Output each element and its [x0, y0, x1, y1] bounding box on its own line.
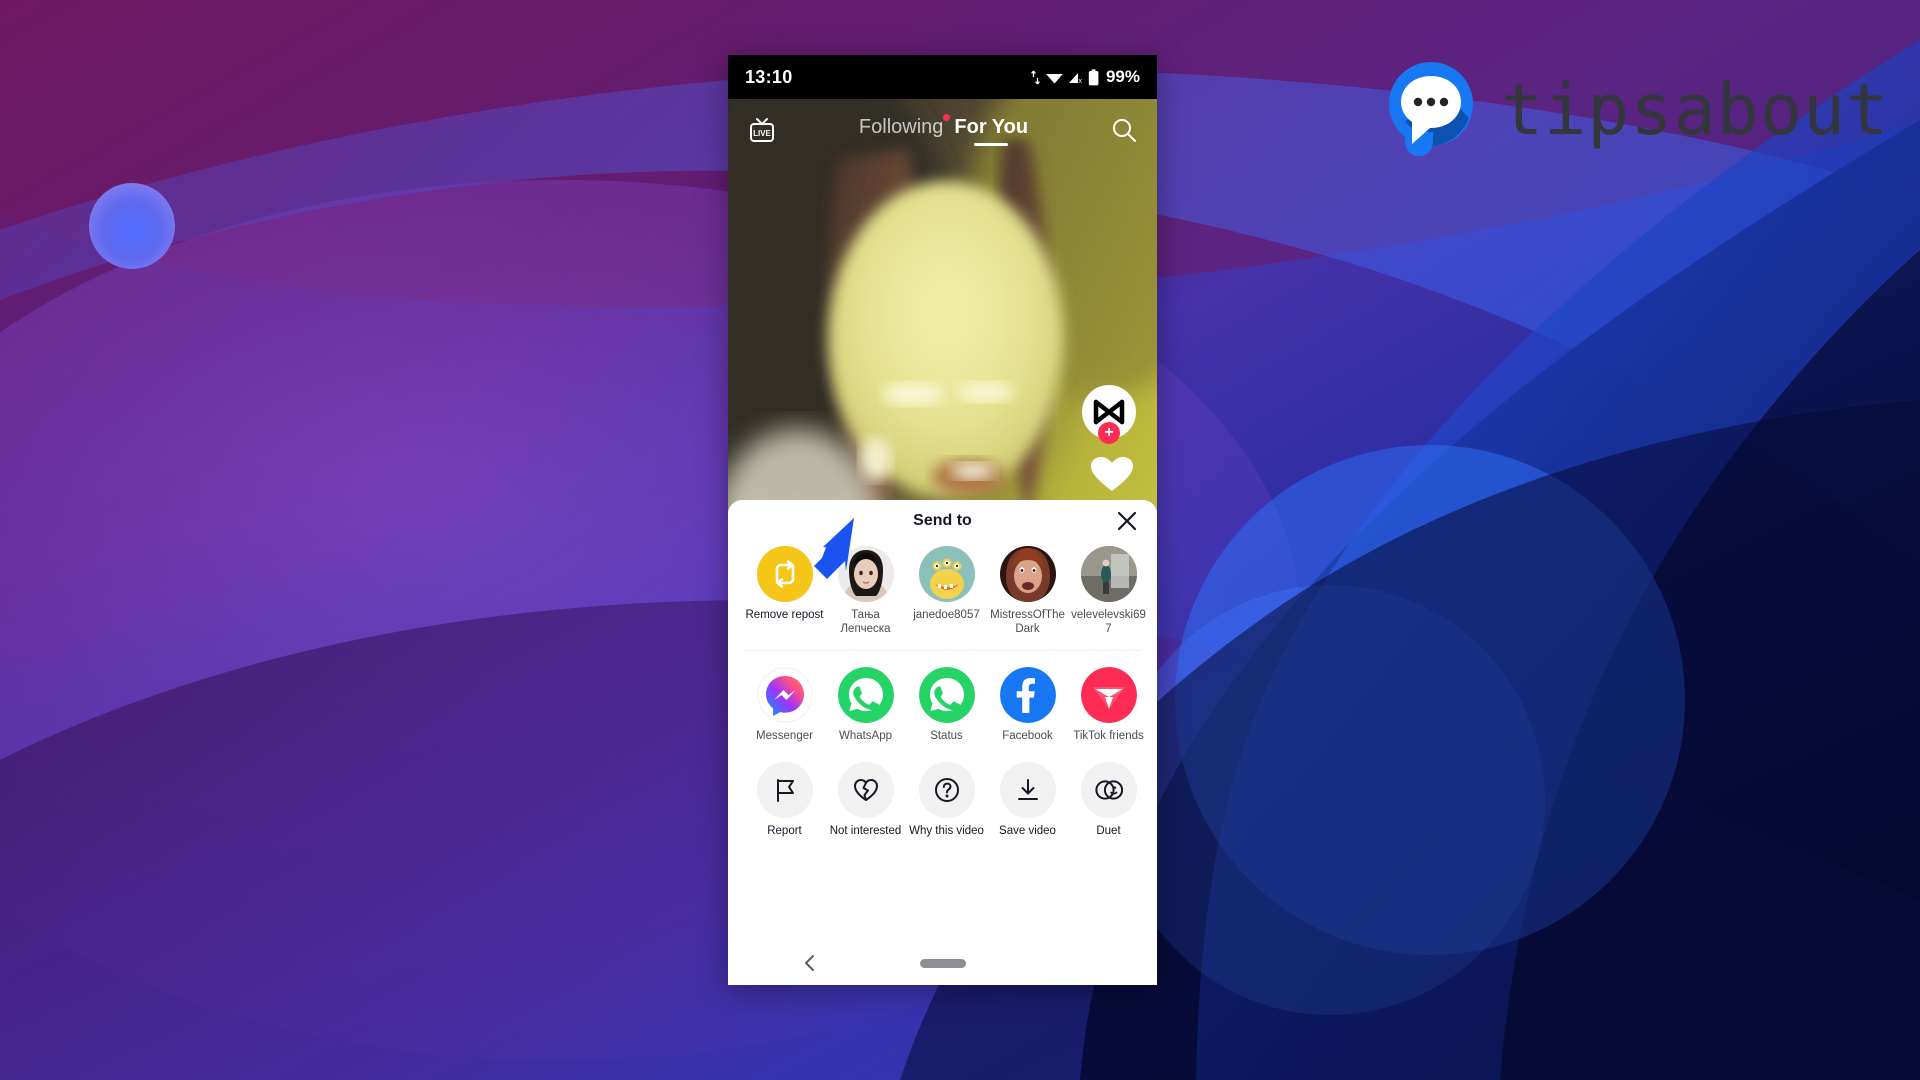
- brand-wordmark: tipsabout: [1501, 69, 1890, 151]
- action-label: Report: [767, 824, 802, 837]
- close-icon[interactable]: [1116, 510, 1138, 532]
- share-sheet-title: Send to: [913, 512, 972, 529]
- svg-text:LIVE: LIVE: [753, 129, 771, 138]
- tiktok-friends-avatar: [1080, 667, 1137, 723]
- download-icon: [1017, 778, 1038, 800]
- share-target-contact-2[interactable]: janedoe8057: [906, 546, 987, 636]
- not-interested-button: [837, 761, 894, 818]
- flag-icon: [776, 778, 794, 802]
- avatar-image: [1080, 546, 1137, 602]
- share-app-status[interactable]: Status: [906, 667, 987, 744]
- repost-icon: [775, 560, 794, 588]
- action-not-interested[interactable]: Not interested: [825, 761, 906, 839]
- avatar: [918, 546, 975, 602]
- status-clock: 13:10: [745, 66, 793, 87]
- messenger-avatar: [757, 667, 813, 723]
- facebook-icon: [999, 667, 1056, 723]
- tab-for-you-label: For You: [954, 116, 1029, 138]
- whatsapp-icon: [837, 667, 894, 723]
- share-app-label: Status: [930, 730, 963, 742]
- share-target-contact-1[interactable]: Тања Лепческа: [825, 546, 906, 636]
- action-save-video[interactable]: Save video: [987, 761, 1068, 839]
- brand-logo: tipsabout: [1385, 62, 1889, 158]
- tab-following-label: Following: [858, 116, 944, 138]
- action-report[interactable]: Report: [744, 761, 825, 839]
- action-label: Why this video: [909, 824, 984, 837]
- share-app-tiktok-friends[interactable]: TikTok friends: [1068, 667, 1149, 744]
- report-button: [756, 761, 813, 818]
- search-icon[interactable]: [1110, 116, 1138, 144]
- whatsapp-avatar: [837, 667, 894, 723]
- avatar-image: [999, 546, 1056, 602]
- capcut-plus-badge[interactable]: +: [1098, 422, 1120, 444]
- contacts-row: Remove repost Тања Лепческа janedoe8057 …: [728, 546, 1157, 636]
- chevron-left-icon[interactable]: [802, 954, 818, 972]
- avatar: [837, 546, 894, 602]
- why-this-video-button: [918, 761, 975, 818]
- battery-icon: [1088, 68, 1099, 85]
- share-sheet: Send to Remove repost Тања Лепческа jane…: [728, 500, 1157, 985]
- share-target-label: velevelevski697: [1071, 609, 1146, 635]
- action-why-this-video[interactable]: Why this video: [906, 761, 987, 839]
- battery-percent: 99%: [1105, 67, 1140, 86]
- broken-heart-icon: [853, 778, 878, 801]
- data-transfer-icon: [1031, 70, 1040, 84]
- repost-avatar: [756, 546, 813, 602]
- question-mark-icon: [934, 777, 959, 802]
- status-avatar: [918, 667, 975, 723]
- tab-for-you[interactable]: For You: [954, 116, 1028, 146]
- share-app-whatsapp[interactable]: WhatsApp: [825, 667, 906, 744]
- save-video-button: [999, 761, 1056, 818]
- share-target-label: janedoe8057: [913, 609, 980, 621]
- action-label: Save video: [999, 824, 1056, 837]
- live-tv-icon[interactable]: LIVE: [747, 115, 777, 145]
- avatar: [999, 546, 1056, 602]
- action-label: Not interested: [829, 824, 902, 837]
- whatsapp-status-icon: [918, 667, 975, 723]
- share-sheet-header: Send to: [728, 500, 1157, 542]
- action-duet[interactable]: Duet: [1068, 761, 1149, 839]
- share-target-label: Тања Лепческа: [840, 609, 891, 635]
- action-label: Duet: [1096, 824, 1121, 837]
- share-target-label: Remove repost: [745, 609, 824, 621]
- android-nav-bar: [728, 941, 1157, 985]
- speech-bubble-logo-icon: [1389, 62, 1473, 156]
- capcut-badge[interactable]: +: [1082, 385, 1136, 444]
- top-navigation: LIVE Following For You: [728, 99, 1157, 161]
- duet-icon: [1094, 779, 1123, 800]
- feed-tabs: Following For You: [777, 114, 1110, 146]
- share-app-messenger[interactable]: Messenger: [744, 667, 825, 744]
- share-target-remove-repost[interactable]: Remove repost: [744, 546, 825, 636]
- wifi-icon: 4: [1045, 73, 1063, 83]
- avatar: [1080, 546, 1137, 602]
- share-target-contact-4[interactable]: velevelevski697: [1068, 546, 1149, 636]
- svg-text:4: 4: [1059, 75, 1063, 82]
- share-target-label: MistressOfTheDark: [990, 609, 1065, 635]
- divider: [744, 650, 1141, 651]
- share-app-label: Messenger: [756, 730, 813, 742]
- home-gesture-pill[interactable]: [919, 958, 966, 968]
- avatar-image: [837, 546, 894, 602]
- tab-following[interactable]: Following: [858, 114, 951, 146]
- share-target-contact-3[interactable]: MistressOfTheDark: [987, 546, 1068, 636]
- tiktok-friends-icon: [1080, 667, 1137, 723]
- status-icons: 4 x 99%: [1030, 67, 1140, 87]
- actions-row: Report Not interested Why this video Sav…: [728, 761, 1157, 839]
- heart-icon[interactable]: [1091, 457, 1133, 491]
- duet-button: [1080, 761, 1137, 818]
- signal-icon: x: [1068, 72, 1082, 85]
- svg-text:x: x: [1078, 78, 1082, 85]
- avatar-image: [918, 546, 975, 602]
- phone-screenshot: 13:10 4 x 99% LIVE Following For You + S…: [728, 55, 1157, 985]
- facebook-avatar: [999, 667, 1056, 723]
- share-app-label: TikTok friends: [1073, 730, 1144, 742]
- share-app-label: WhatsApp: [838, 730, 893, 742]
- share-app-label: Facebook: [1002, 730, 1053, 742]
- messenger-icon: [757, 667, 812, 723]
- following-notification-dot: [943, 114, 951, 121]
- apps-row: Messenger WhatsApp Status Facebook TikTo…: [728, 667, 1157, 744]
- share-app-facebook[interactable]: Facebook: [987, 667, 1068, 744]
- status-bar: 13:10 4 x 99%: [728, 55, 1157, 99]
